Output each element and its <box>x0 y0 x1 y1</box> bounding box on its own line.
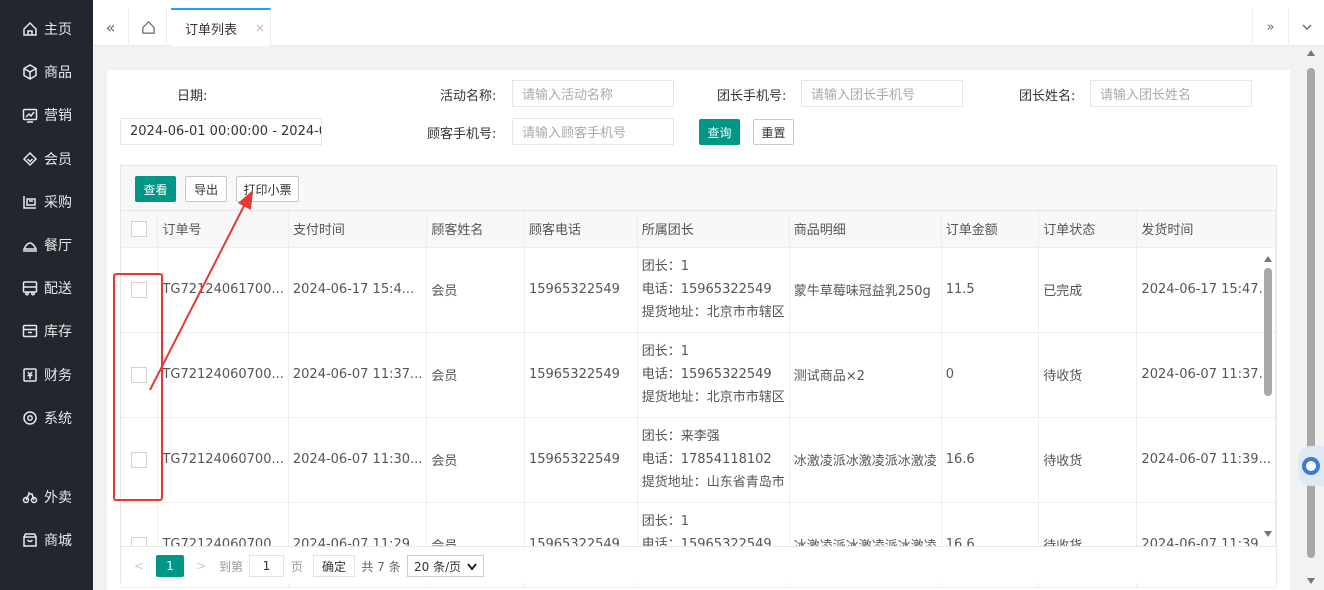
annotation-arrow-icon <box>149 190 253 391</box>
